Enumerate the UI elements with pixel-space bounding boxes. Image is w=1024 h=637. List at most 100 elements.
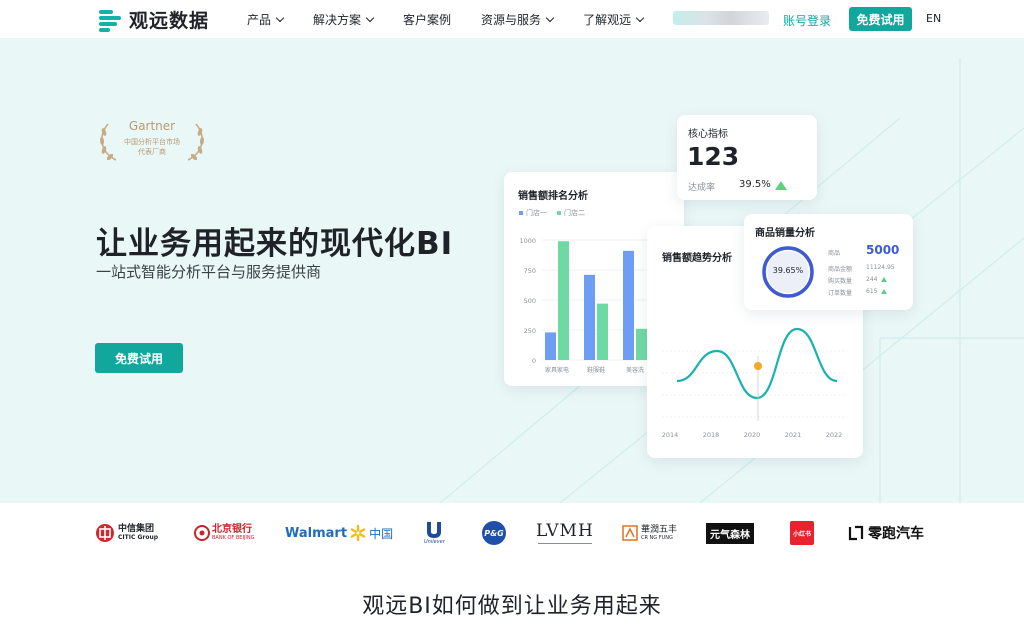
- citic-name: 中信集团: [118, 524, 155, 534]
- blurred-phone-number: [673, 11, 769, 25]
- leapmotor-name: 零跑汽车: [868, 526, 924, 542]
- hero-headline: 让业务用起来的现代化BI: [96, 226, 454, 262]
- free-trial-button[interactable]: 免费试用: [849, 7, 912, 31]
- leapmotor-logo-icon: [848, 525, 864, 541]
- cr-name-en: CR NG FUNG: [641, 534, 673, 541]
- login-link[interactable]: 账号登录: [783, 12, 831, 29]
- logo-icon: [99, 8, 123, 32]
- citic-name-en: CITIC Group: [118, 534, 159, 541]
- x-tick-label: 2021: [785, 431, 802, 439]
- walmart-spark-icon: [350, 524, 366, 542]
- y-tick-label: 1000: [519, 237, 536, 245]
- logo-bank-of-beijing: 北京银行 BANK OF BEIJING: [194, 517, 255, 549]
- bar: [623, 250, 634, 360]
- citic-logo-icon: [96, 524, 114, 542]
- nav-label: 了解观远: [583, 13, 632, 27]
- nav-label: 客户案例: [403, 13, 452, 27]
- product-sales-title: 商品销量分析: [755, 228, 815, 239]
- lvmh-underline: [537, 543, 592, 544]
- cr-name: 華潤五丰: [641, 524, 678, 535]
- kpi-rate-label: 达成率: [688, 183, 716, 193]
- pg-name: P&G: [484, 528, 504, 538]
- walmart-name: Walmart: [285, 525, 348, 541]
- product-sales-card: 商品销量分析 39.65% 商品 5000 商品金额 11124.95 购买数量…: [744, 214, 913, 310]
- gartner-subtitle-1: 中国分析平台市场: [124, 138, 180, 146]
- product-row-label: 商品: [828, 250, 841, 257]
- nav-label: 解决方案: [313, 13, 362, 27]
- section-title: 观远BI如何做到让业务用起来: [362, 594, 662, 619]
- chevron-down-icon: [275, 13, 285, 22]
- cr-logo-icon: [622, 525, 638, 541]
- x-tick-label: 2014: [662, 431, 679, 439]
- product-row-value: 11124.95: [866, 264, 895, 271]
- x-tick-label: 鞋服鞋: [587, 366, 605, 374]
- x-tick-label: 2022: [826, 431, 843, 439]
- bank-logo-icon: [194, 525, 210, 541]
- logo-xiaohongshu: 小红书: [790, 517, 814, 549]
- gartner-subtitle-2: 代表厂商: [138, 148, 166, 156]
- nav-label: 资源与服务: [481, 13, 542, 27]
- y-tick-label: 250: [524, 327, 536, 335]
- logo-lvmh: LVMH: [536, 517, 594, 549]
- kpi-rate-value: 39.5%: [739, 179, 771, 190]
- logo-cr-ngfung: 華潤五丰 CR NG FUNG: [622, 517, 677, 549]
- brand-logo[interactable]: 观远数据: [99, 6, 209, 33]
- nav-label: 产品: [247, 13, 272, 27]
- lvmh-name: LVMH: [536, 521, 594, 541]
- gartner-badge: Gartner 中国分析平台市场 代表厂商: [98, 118, 206, 162]
- y-tick-label: 0: [532, 357, 536, 365]
- logo-walmart: Walmart 中国: [285, 517, 393, 549]
- bar: [545, 332, 556, 360]
- trend-up-icon: [881, 277, 887, 282]
- hero-free-trial-button[interactable]: 免费试用: [95, 343, 183, 373]
- nav-item-resources[interactable]: 资源与服务: [481, 11, 555, 28]
- x-tick-label: 2018: [703, 431, 720, 439]
- product-row-value: 615: [866, 288, 878, 295]
- nav-item-products[interactable]: 产品: [247, 11, 285, 28]
- nav-item-cases[interactable]: 客户案例: [403, 11, 451, 28]
- kpi-value: 123: [687, 142, 740, 171]
- yuanqi-name: 元气森林: [706, 522, 754, 544]
- logo-yuanqi: 元气森林: [706, 517, 754, 549]
- logo-text: 观远数据: [129, 10, 210, 32]
- y-tick-label: 750: [524, 267, 536, 275]
- x-tick-label: 2020: [744, 431, 761, 439]
- trend-up-icon: [881, 289, 887, 294]
- product-row-label: 购买数量: [828, 278, 853, 285]
- x-tick-label: 美容洗: [626, 366, 644, 374]
- nav-item-about[interactable]: 了解观远: [583, 11, 645, 28]
- chevron-down-icon: [365, 13, 375, 22]
- product-row-value: 244: [866, 276, 878, 283]
- bar: [597, 303, 608, 360]
- hero-subline: 一站式智能分析平台与服务提供商: [96, 263, 322, 281]
- bank-name-en: BANK OF BEIJING: [212, 535, 255, 541]
- product-row-label: 订单数量: [828, 290, 853, 297]
- hover-point: [754, 362, 762, 370]
- product-row-label: 商品金额: [828, 266, 853, 273]
- bar: [636, 328, 647, 360]
- logo-leapmotor: 零跑汽车: [848, 517, 924, 549]
- chevron-down-icon: [635, 13, 645, 22]
- nav-item-solutions[interactable]: 解决方案: [313, 11, 375, 28]
- logo-pg: P&G: [481, 517, 507, 549]
- xiaohongshu-name: 小红书: [790, 521, 814, 545]
- x-tick-label: 家具家电: [545, 366, 569, 374]
- kpi-card: 核心指标 123 达成率 39.5%: [677, 115, 817, 200]
- kpi-title: 核心指标: [688, 129, 728, 140]
- client-logos-band: 中信集团 CITIC Group 北京银行 BANK OF BEIJING Wa…: [0, 503, 1024, 563]
- walmart-china: 中国: [369, 526, 394, 541]
- language-switch[interactable]: EN: [926, 12, 941, 25]
- bar: [558, 241, 569, 360]
- product-row-value: 5000: [866, 243, 900, 257]
- trend-up-icon: [775, 181, 787, 190]
- bar: [584, 274, 595, 360]
- hero-section: Gartner 中国分析平台市场 代表厂商 让业务用起来的现代化BI 一站式智能…: [0, 38, 1024, 503]
- unilever-name: Unilever: [424, 539, 445, 545]
- ring-percent: 39.65%: [772, 266, 804, 275]
- unilever-logo-icon: [427, 522, 442, 538]
- main-nav: 产品 解决方案 客户案例 资源与服务 了解观远: [247, 11, 673, 28]
- logo-unilever: Unilever: [424, 517, 445, 549]
- bank-name: 北京银行: [212, 524, 252, 535]
- logo-citic: 中信集团 CITIC Group: [95, 517, 158, 549]
- chevron-down-icon: [545, 13, 555, 22]
